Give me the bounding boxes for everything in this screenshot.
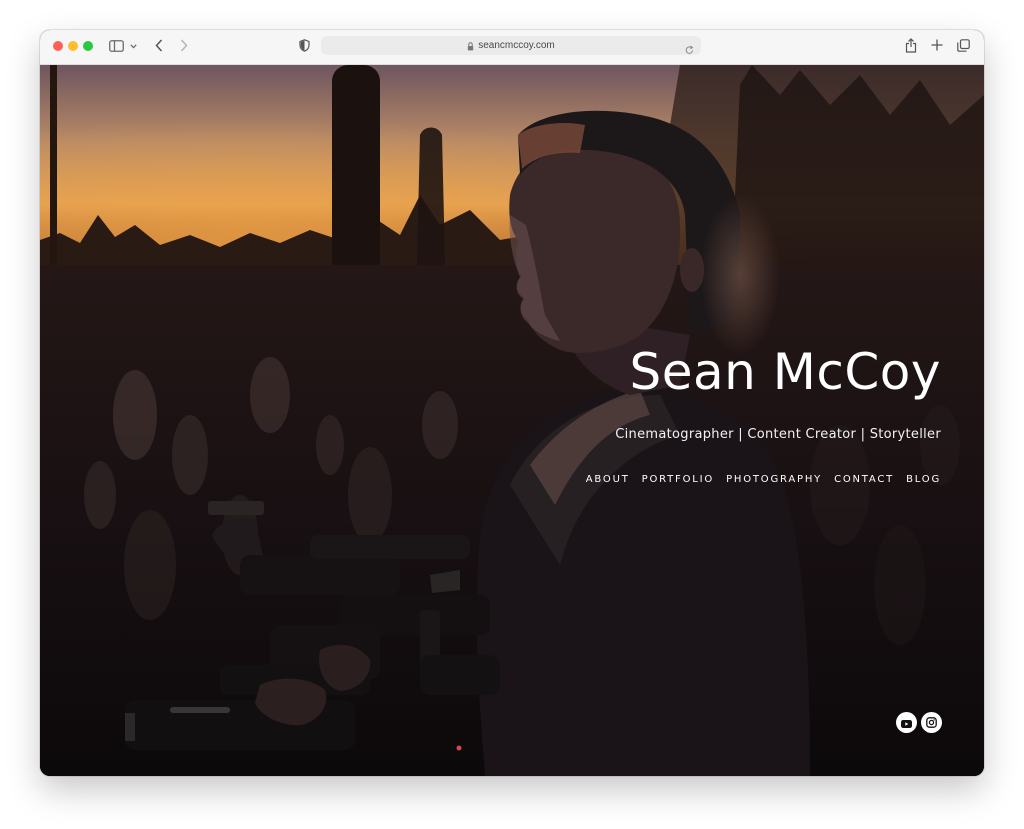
site-title: Sean McCoy (629, 343, 941, 401)
forward-icon[interactable] (180, 39, 188, 52)
nav-portfolio[interactable]: PORTFOLIO (642, 474, 714, 485)
nav-blog[interactable]: BLOG (906, 474, 941, 485)
nav-contact[interactable]: CONTACT (834, 474, 894, 485)
nav-photography[interactable]: PHOTOGRAPHY (726, 474, 822, 485)
browser-toolbar: seancmccoy.com (40, 30, 984, 65)
url-text: seancmccoy.com (478, 40, 555, 51)
youtube-link[interactable] (896, 712, 917, 733)
new-tab-icon[interactable] (931, 39, 943, 51)
browser-window: seancmccoy.com Sean McCoy Cinematographe… (40, 30, 984, 776)
minimize-window-button[interactable] (68, 41, 78, 51)
lock-icon (467, 36, 474, 55)
main-nav: ABOUT PORTFOLIO PHOTOGRAPHY CONTACT BLOG (586, 474, 941, 485)
reload-icon[interactable] (685, 40, 694, 59)
sidebar-icon[interactable] (109, 40, 124, 52)
tabs-overview-icon[interactable] (957, 39, 970, 52)
site-tagline: Cinematographer | Content Creator | Stor… (615, 427, 941, 442)
hero-section: Sean McCoy Cinematographer | Content Cre… (40, 65, 984, 776)
shield-icon[interactable] (299, 39, 310, 52)
back-icon[interactable] (155, 39, 163, 52)
chevron-down-icon[interactable] (130, 44, 137, 49)
instagram-link[interactable] (921, 712, 942, 733)
instagram-icon (926, 713, 937, 732)
youtube-icon (901, 713, 912, 732)
hero-background-photo (40, 65, 984, 776)
address-bar[interactable]: seancmccoy.com (321, 36, 701, 55)
zoom-window-button[interactable] (83, 41, 93, 51)
nav-about[interactable]: ABOUT (586, 474, 630, 485)
close-window-button[interactable] (53, 41, 63, 51)
social-links (896, 712, 942, 733)
share-icon[interactable] (905, 38, 917, 53)
